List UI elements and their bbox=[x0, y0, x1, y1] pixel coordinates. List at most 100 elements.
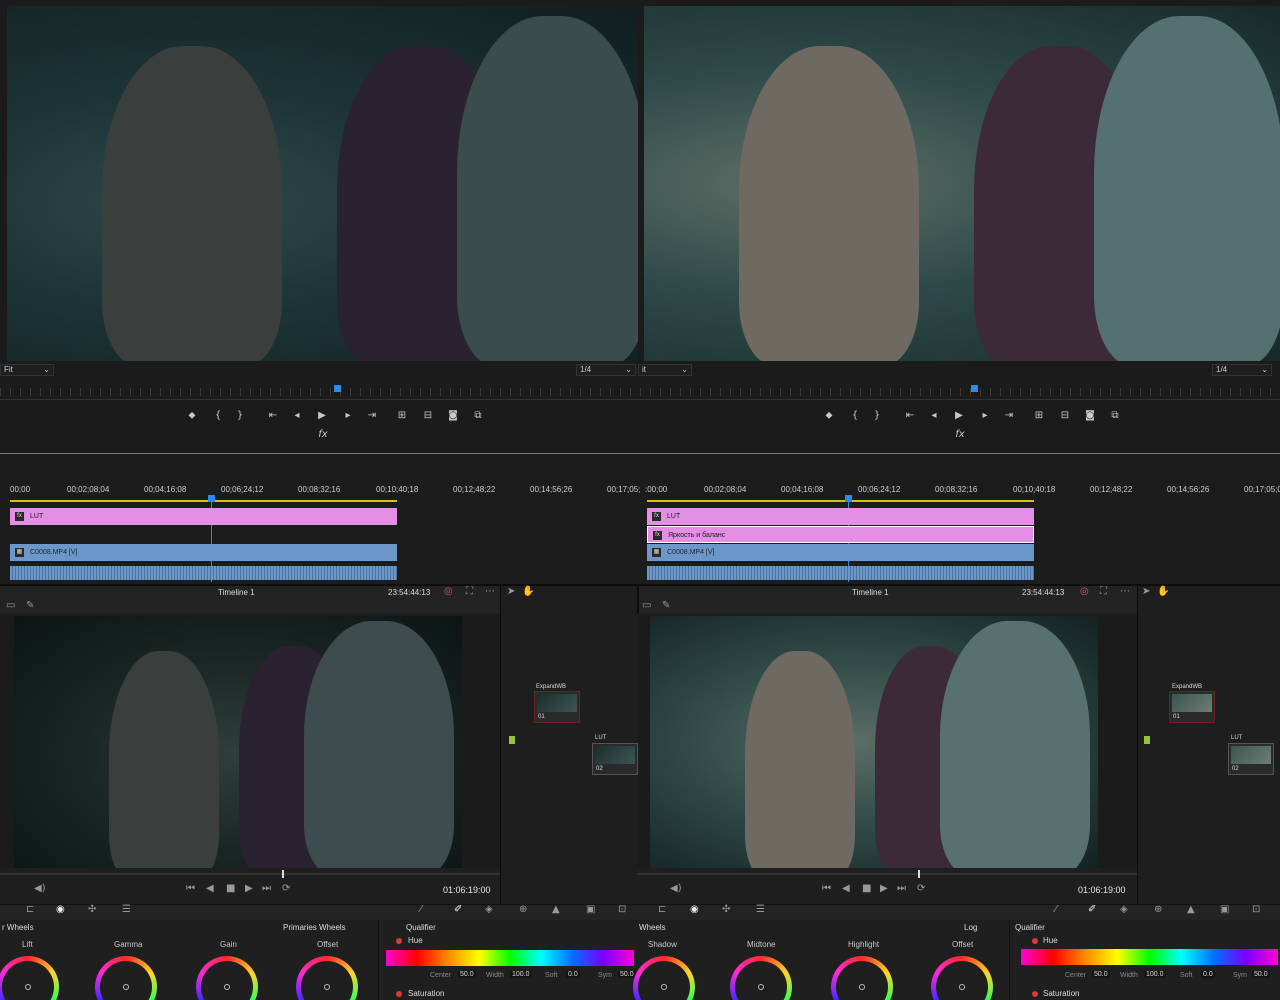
add-marker-icon[interactable]: ⬥ bbox=[822, 410, 836, 422]
play-icon[interactable]: ▶ bbox=[952, 410, 966, 422]
hue-bar[interactable] bbox=[1021, 949, 1278, 965]
last-frame-icon[interactable]: ⏭ bbox=[262, 883, 271, 894]
saturation-toggle[interactable] bbox=[1032, 991, 1038, 997]
param-value[interactable]: 0.0 bbox=[1201, 971, 1215, 978]
clip-video[interactable]: ▦ C0008.MP4 [V] bbox=[647, 544, 1034, 561]
timeline-name[interactable]: Timeline 1 bbox=[218, 588, 255, 597]
scrubber[interactable] bbox=[0, 873, 500, 875]
wheel-center[interactable] bbox=[758, 984, 764, 990]
last-frame-icon[interactable]: ⏭ bbox=[897, 883, 906, 894]
first-frame-icon[interactable]: ⏮ bbox=[822, 883, 831, 894]
wheels-mode[interactable]: Primaries Wheels bbox=[283, 923, 346, 932]
loop-icon[interactable]: ⟳ bbox=[282, 883, 290, 894]
param-value[interactable]: 100.0 bbox=[510, 971, 532, 978]
tool-key-icon[interactable]: ▣ bbox=[586, 904, 595, 915]
node-lut[interactable]: 02 bbox=[1228, 743, 1274, 775]
audio-icon[interactable]: ◀) bbox=[34, 883, 46, 894]
play-icon[interactable]: ▶ bbox=[245, 883, 253, 894]
clip-brightness-balance[interactable]: fx Яркость и баланс bbox=[647, 526, 1034, 543]
step-forward-icon[interactable]: ▸ bbox=[341, 410, 355, 422]
tool-curve-icon[interactable]: ⁄ bbox=[420, 904, 422, 915]
zoom-select[interactable]: Fit ⌄ bbox=[0, 364, 54, 376]
tool-rgb-icon[interactable]: ✣ bbox=[722, 904, 730, 915]
play-icon[interactable]: ▶ bbox=[880, 883, 888, 894]
export-frame-icon[interactable]: ◙ bbox=[446, 410, 460, 422]
tool-wheels-icon[interactable]: ◉ bbox=[56, 904, 65, 915]
tool-tracker-icon[interactable]: ⊕ bbox=[1154, 904, 1162, 915]
tool-tracker-icon[interactable]: ⊕ bbox=[519, 904, 527, 915]
playhead[interactable] bbox=[208, 495, 215, 502]
tool-wheels-icon[interactable]: ◉ bbox=[690, 904, 699, 915]
tool-curves-icon[interactable]: ⊏ bbox=[26, 904, 34, 915]
lift-icon[interactable]: ⊞ bbox=[1032, 410, 1046, 422]
resolution-select[interactable]: 1/4 ⌄ bbox=[1212, 364, 1272, 376]
pointer-icon[interactable]: ➤ bbox=[1142, 586, 1150, 597]
fullscreen-icon[interactable]: ⛶ bbox=[1100, 586, 1107, 597]
stop-icon[interactable]: ■ bbox=[226, 883, 235, 894]
compare-icon[interactable]: ⧉ bbox=[471, 410, 485, 422]
more-icon[interactable]: ⋯ bbox=[485, 586, 495, 597]
extract-icon[interactable]: ⊟ bbox=[1058, 410, 1072, 422]
wheel-center[interactable] bbox=[224, 984, 230, 990]
mark-out-icon[interactable]: } bbox=[870, 410, 884, 422]
extract-icon[interactable]: ⊟ bbox=[421, 410, 435, 422]
tool-motion-icon[interactable]: ☰ bbox=[756, 904, 765, 915]
param-value[interactable]: 100.0 bbox=[1144, 971, 1166, 978]
tool-blur-icon[interactable]: ▲ bbox=[552, 904, 560, 915]
resolution-select[interactable]: 1/4 ⌄ bbox=[576, 364, 636, 376]
playhead[interactable] bbox=[845, 495, 852, 502]
wheel-center[interactable] bbox=[123, 984, 129, 990]
color-picker-icon[interactable]: ✎ bbox=[662, 600, 670, 611]
playhead-marker[interactable] bbox=[971, 385, 978, 392]
hand-icon[interactable]: ✋ bbox=[522, 586, 534, 597]
playhead-marker[interactable] bbox=[334, 385, 341, 392]
clip-lut[interactable]: fx LUT bbox=[647, 508, 1034, 525]
clip-audio[interactable] bbox=[647, 566, 1034, 580]
mark-in-icon[interactable]: { bbox=[848, 410, 862, 422]
param-value[interactable]: 50.0 bbox=[618, 971, 636, 978]
tool-motion-icon[interactable]: ☰ bbox=[122, 904, 131, 915]
wheel-center[interactable] bbox=[661, 984, 667, 990]
red-loop-icon[interactable]: ◎ bbox=[444, 586, 453, 597]
clip-audio[interactable] bbox=[10, 566, 397, 580]
timeline-name[interactable]: Timeline 1 bbox=[852, 588, 889, 597]
tool-window-icon[interactable]: ◈ bbox=[1120, 904, 1128, 915]
reverse-icon[interactable]: ◀ bbox=[842, 883, 850, 894]
tool-curve-icon[interactable]: ⁄ bbox=[1055, 904, 1057, 915]
tool-sizing-icon[interactable]: ⊡ bbox=[618, 904, 626, 915]
tool-rgb-icon[interactable]: ✣ bbox=[88, 904, 96, 915]
tool-sizing-icon[interactable]: ⊡ bbox=[1252, 904, 1260, 915]
clip-lut[interactable]: fx LUT bbox=[10, 508, 397, 525]
zoom-select[interactable]: it ⌄ bbox=[638, 364, 692, 376]
scrubber-playhead[interactable] bbox=[918, 870, 920, 878]
step-forward-icon[interactable]: ▸ bbox=[978, 410, 992, 422]
lift-icon[interactable]: ⊞ bbox=[395, 410, 409, 422]
mini-timeline[interactable] bbox=[640, 388, 1280, 396]
pointer-icon[interactable]: ➤ bbox=[507, 586, 515, 597]
param-value[interactable]: 50.0 bbox=[1092, 971, 1110, 978]
mini-timeline[interactable] bbox=[0, 388, 640, 396]
export-frame-icon[interactable]: ◙ bbox=[1083, 410, 1097, 422]
tool-blur-icon[interactable]: ▲ bbox=[1187, 904, 1195, 915]
compare-icon[interactable]: ⧉ bbox=[1108, 410, 1122, 422]
wheel-center[interactable] bbox=[859, 984, 865, 990]
fullscreen-icon[interactable]: ⛶ bbox=[466, 586, 473, 597]
go-to-out-icon[interactable]: ⇥ bbox=[1002, 410, 1016, 422]
play-icon[interactable]: ▶ bbox=[315, 410, 329, 422]
tool-key-icon[interactable]: ▣ bbox=[1220, 904, 1229, 915]
mark-out-icon[interactable]: } bbox=[233, 410, 247, 422]
param-value[interactable]: 50.0 bbox=[458, 971, 476, 978]
node-expandwb[interactable]: 01 bbox=[1169, 691, 1215, 723]
first-frame-icon[interactable]: ⏮ bbox=[186, 883, 195, 894]
saturation-toggle[interactable] bbox=[396, 991, 402, 997]
wheel-center[interactable] bbox=[25, 984, 31, 990]
viewer-options-icon[interactable]: ▭ bbox=[6, 600, 15, 611]
step-back-icon[interactable]: ◂ bbox=[927, 410, 941, 422]
go-to-out-icon[interactable]: ⇥ bbox=[365, 410, 379, 422]
wheels-mode[interactable]: Log bbox=[964, 923, 977, 932]
mark-in-icon[interactable]: { bbox=[211, 410, 225, 422]
scrubber[interactable] bbox=[637, 873, 1137, 875]
param-value[interactable]: 50.0 bbox=[1252, 971, 1270, 978]
stop-icon[interactable]: ■ bbox=[862, 883, 871, 894]
scrubber-playhead[interactable] bbox=[282, 870, 284, 878]
